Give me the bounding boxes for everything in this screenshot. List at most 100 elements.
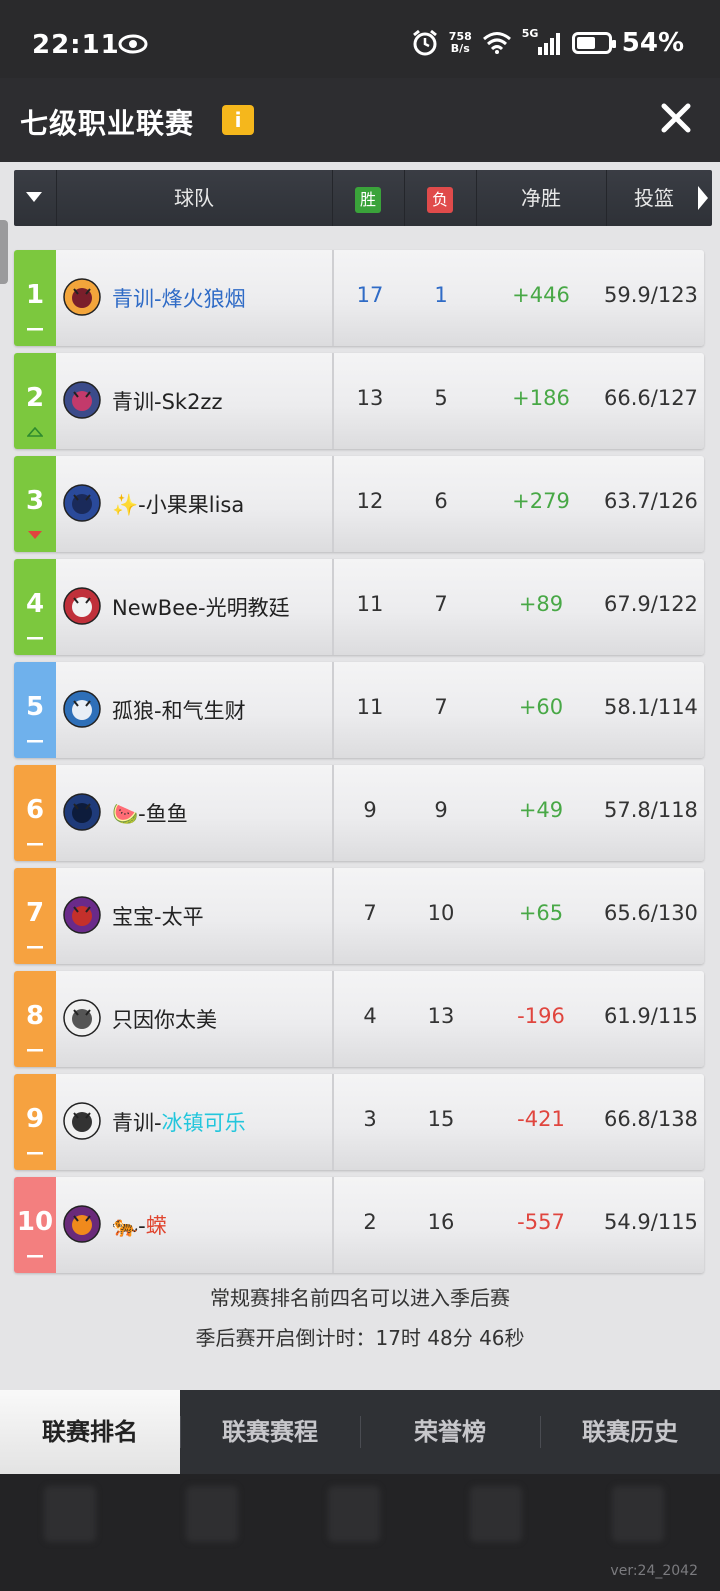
tab-honor-board[interactable]: 荣誉榜 xyxy=(360,1390,540,1474)
table-row[interactable]: 8 只因你太美 4 13 -196 61.9/115 xyxy=(14,971,704,1067)
tab-league-schedule[interactable]: 联赛赛程 xyxy=(180,1390,360,1474)
table-row[interactable]: 4 NewBee-光明教廷 11 7 +89 67.9/122 xyxy=(14,559,704,655)
wins-cell: 9 xyxy=(363,798,377,822)
table-row[interactable]: 1 青训-烽火狼烟 17 1 +446 59.9/123 xyxy=(14,250,704,346)
team-name[interactable]: 青训-Sk2zz xyxy=(112,386,222,416)
team-emoji: ✨ xyxy=(112,493,139,517)
table-row[interactable]: 3 ✨-小果果lisa 12 6 +279 63.7/126 xyxy=(14,456,704,552)
rank-number: 1 xyxy=(25,280,45,310)
rank-cell: 3 xyxy=(14,456,56,552)
shooting-cell: 66.6/127 xyxy=(604,386,698,410)
tab-league-ranking[interactable]: 联赛排名 xyxy=(0,1390,180,1474)
net-cell: +60 xyxy=(518,695,564,719)
network-speed: 758 B/s xyxy=(448,30,472,55)
losses-cell: 5 xyxy=(434,386,448,410)
net-cell: +279 xyxy=(512,489,570,513)
team-name[interactable]: 宝宝-太平 xyxy=(112,901,204,931)
header-shoot[interactable]: 投篮 xyxy=(606,170,702,226)
team-name[interactable]: 青训-烽火狼烟 xyxy=(112,283,246,313)
team-name[interactable]: 🍉-鱼鱼 xyxy=(112,798,188,828)
rank-number: 6 xyxy=(25,795,45,825)
eye-icon xyxy=(118,34,148,54)
shooting-cell: 58.1/114 xyxy=(604,695,698,719)
rank-same-icon xyxy=(27,740,43,743)
rank-same-icon xyxy=(27,637,43,640)
rank-same-icon xyxy=(27,328,43,331)
rank-number: 8 xyxy=(25,1001,45,1031)
wins-cell: 7 xyxy=(363,901,377,925)
table-row[interactable]: 5 孤狼-和气生财 11 7 +60 58.1/114 xyxy=(14,662,704,758)
blurred-nav-icon xyxy=(328,1486,380,1542)
net-cell: +89 xyxy=(518,592,564,616)
team-name[interactable]: 🐅-蝾 xyxy=(112,1210,167,1240)
wins-cell: 2 xyxy=(363,1210,377,1234)
battery-percent: 54% xyxy=(621,28,684,58)
table-row[interactable]: 9 青训-冰镇可乐 3 15 -421 66.8/138 xyxy=(14,1074,704,1170)
alarm-icon xyxy=(412,29,437,56)
info-button[interactable]: i xyxy=(222,105,254,135)
table-row[interactable]: 7 宝宝-太平 7 10 +65 65.6/130 xyxy=(14,868,704,964)
net-cell: +49 xyxy=(518,798,564,822)
rank-cell: 2 xyxy=(14,353,56,449)
scroll-right-arrow-icon[interactable] xyxy=(698,186,708,210)
net-cell: -421 xyxy=(517,1107,565,1131)
shooting-cell: 66.8/138 xyxy=(604,1107,698,1131)
playoff-countdown: 季后赛开启倒计时：17时 48分 46秒 xyxy=(195,1326,525,1350)
wins-cell: 4 xyxy=(363,1004,377,1028)
clock: 22:11 xyxy=(32,30,120,60)
rank-number: 9 xyxy=(25,1104,45,1134)
table-row[interactable]: 6 🍉-鱼鱼 9 9 +49 57.8/118 xyxy=(14,765,704,861)
losses-cell: 6 xyxy=(434,489,448,513)
team-emoji: 🍉 xyxy=(112,802,139,826)
shooting-cell: 57.8/118 xyxy=(604,798,698,822)
net-cell: -196 xyxy=(517,1004,565,1028)
team-name[interactable]: NewBee-光明教廷 xyxy=(112,592,290,622)
blurred-nav-icon xyxy=(44,1486,96,1542)
rank-number: 2 xyxy=(25,383,45,413)
rank-cell: 4 xyxy=(14,559,56,655)
team-logo-icon xyxy=(63,587,101,625)
team-name[interactable]: ✨-小果果lisa xyxy=(112,489,244,519)
team-name-text: NewBee-光明教廷 xyxy=(112,596,290,620)
page-title: 七级职业联赛 xyxy=(20,107,195,140)
shooting-cell: 63.7/126 xyxy=(604,489,698,513)
team-name-text: 青训-烽火狼烟 xyxy=(112,287,246,311)
team-logo-icon xyxy=(63,1205,101,1243)
header-win[interactable]: 胜 xyxy=(332,170,404,226)
rank-cell: 10 xyxy=(14,1177,56,1273)
rank-same-icon xyxy=(27,1152,43,1155)
header-net[interactable]: 净胜 xyxy=(476,170,606,226)
header-loss[interactable]: 负 xyxy=(404,170,476,226)
wins-cell: 3 xyxy=(363,1107,377,1131)
rank-cell: 7 xyxy=(14,868,56,964)
playoff-note: 常规赛排名前四名可以进入季后赛 xyxy=(210,1286,510,1310)
rank-same-icon xyxy=(27,946,43,949)
losses-cell: 16 xyxy=(427,1210,455,1234)
rank-cell: 5 xyxy=(14,662,56,758)
team-name-text: -鱼鱼 xyxy=(138,802,188,826)
losses-cell: 10 xyxy=(427,901,455,925)
version-label: ver:24_2042 xyxy=(610,1563,698,1579)
team-name[interactable]: 孤狼-和气生财 xyxy=(112,695,246,725)
dropdown-triangle-icon[interactable] xyxy=(26,192,42,202)
shooting-cell: 59.9/123 xyxy=(604,283,698,307)
wins-cell: 17 xyxy=(356,283,384,307)
tab-league-history[interactable]: 联赛历史 xyxy=(540,1390,720,1474)
bottom-nav: ver:24_2042 xyxy=(0,1474,720,1591)
team-name[interactable]: 只因你太美 xyxy=(112,1004,217,1034)
rank-up-icon xyxy=(27,427,43,437)
close-icon[interactable] xyxy=(658,100,694,136)
team-logo-icon xyxy=(63,999,101,1037)
table-row[interactable]: 10 🐅-蝾 2 16 -557 54.9/115 xyxy=(14,1177,704,1273)
team-name[interactable]: 青训-冰镇可乐 xyxy=(112,1107,246,1137)
team-name-part: 冰镇可乐 xyxy=(161,1111,246,1135)
team-name-text: -小果果lisa xyxy=(138,493,245,517)
losses-cell: 9 xyxy=(434,798,448,822)
wins-cell: 13 xyxy=(356,386,384,410)
rank-cell: 9 xyxy=(14,1074,56,1170)
wins-cell: 12 xyxy=(356,489,384,513)
blurred-nav-icon xyxy=(612,1486,664,1542)
side-drawer-handle[interactable] xyxy=(0,220,8,284)
team-name-text: 宝宝-太平 xyxy=(112,905,204,929)
table-row[interactable]: 2 青训-Sk2zz 13 5 +186 66.6/127 xyxy=(14,353,704,449)
